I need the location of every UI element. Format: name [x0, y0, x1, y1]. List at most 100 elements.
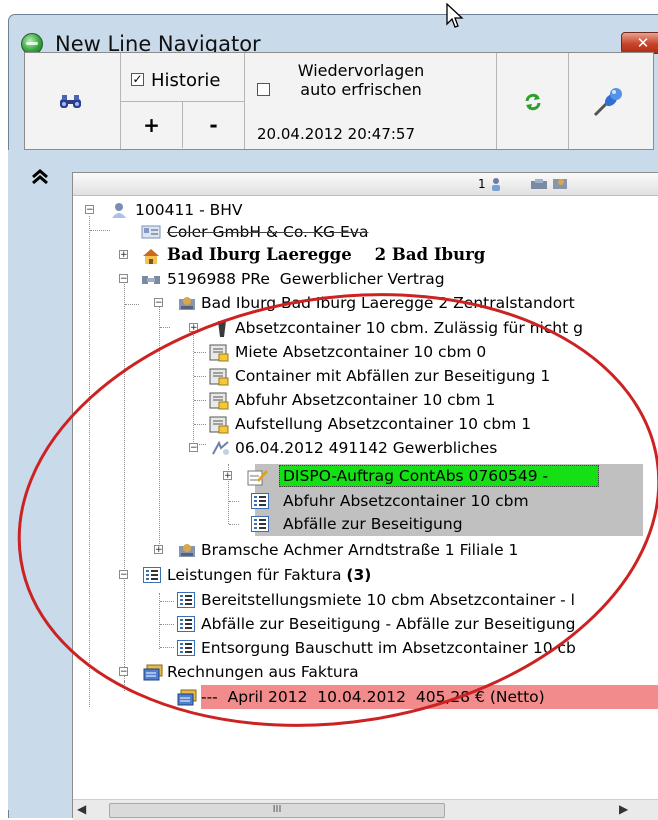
- invoice-icon: [177, 689, 197, 706]
- tree-row[interactable]: − Leistungen für Faktura (3): [73, 564, 658, 586]
- tree-header: 1: [73, 173, 658, 196]
- collapse-up-icon[interactable]: [30, 166, 50, 190]
- expand-toggle-icon[interactable]: +: [119, 250, 128, 260]
- collapse-toggle-icon[interactable]: −: [119, 570, 128, 580]
- tree-row[interactable]: --- April 2012 10.04.2012 405,28 € (Nett…: [73, 686, 658, 708]
- list-icon: [177, 640, 195, 656]
- tree-row[interactable]: Abfälle zur Beseitigung - Abfälle zur Be…: [73, 613, 658, 635]
- tree-row[interactable]: − 5196988 PRe Gewerblicher Vertrag: [73, 268, 658, 290]
- tree-item-label: Miete Absetzcontainer 10 cbm 0: [235, 343, 487, 361]
- tree-row[interactable]: + Bad Iburg Laeregge 2 Bad Iburg: [73, 244, 658, 266]
- leistungen-count: (3): [346, 566, 372, 584]
- address-card-icon: [141, 225, 161, 239]
- tree-row[interactable]: Bereitstellungsmiete 10 cbm Absetzcontai…: [73, 589, 658, 611]
- list-icon: [177, 592, 195, 608]
- tree-item-label: --- April 2012 10.04.2012 405,28 € (Nett…: [201, 688, 545, 706]
- doc-folder-icon: [209, 416, 229, 434]
- tree-item-label: Bereitstellungsmiete 10 cbm Absetzcontai…: [201, 591, 575, 609]
- expand-toggle-icon[interactable]: +: [223, 471, 232, 481]
- pin-button[interactable]: [569, 53, 653, 149]
- list-icon: [143, 567, 161, 583]
- expand-toggle-icon[interactable]: +: [189, 323, 198, 333]
- edit-note-icon: [247, 470, 268, 486]
- site-icon: [179, 544, 195, 557]
- house-icon: [143, 249, 159, 264]
- pin-icon: [593, 88, 622, 117]
- tree-item-label: Abfälle zur Beseitigung: [283, 515, 463, 533]
- tree-row[interactable]: Abfuhr Absetzcontainer 10 cbm: [73, 490, 658, 512]
- tree-item-label: Coler GmbH & Co. KG Eva: [167, 223, 369, 241]
- expand-toggle-icon[interactable]: +: [154, 545, 163, 555]
- search-button[interactable]: [25, 53, 121, 149]
- tree-item-label: 5196988 PRe Gewerblicher Vertrag: [167, 270, 445, 288]
- close-button[interactable]: ✕: [621, 32, 658, 54]
- header-count: 1: [478, 177, 486, 191]
- scroll-thumb[interactable]: III: [109, 803, 445, 818]
- refresh-timestamp: 20.04.2012 20:47:57: [257, 125, 416, 143]
- tree-row[interactable]: − 06.04.2012 491142 Gewerbliches: [73, 437, 658, 459]
- tree-row[interactable]: + Absetzcontainer 10 cbm. Zulässig für n…: [73, 317, 658, 339]
- container-icon: [218, 321, 226, 337]
- scroll-right-icon[interactable]: ▶: [619, 802, 628, 816]
- tree-item-label: Leistungen für Faktura (3): [167, 564, 371, 586]
- tree-row[interactable]: Abfälle zur Beseitigung: [73, 513, 658, 535]
- tree-item-label: Entsorgung Bauschutt im Absetzcontainer …: [201, 639, 576, 657]
- binoculars-icon: [60, 95, 81, 108]
- list-icon: [177, 616, 195, 632]
- collapse-minus-button[interactable]: -: [183, 102, 244, 148]
- tree-row[interactable]: − 100411 - BHV: [73, 199, 658, 221]
- scroll-left-icon[interactable]: ◀: [77, 802, 86, 816]
- tree-item-label: Bad Iburg Bad Iburg Laeregge 2 Zentralst…: [201, 294, 575, 312]
- tree-item-label: Abfuhr Absetzcontainer 10 cbm: [283, 492, 529, 510]
- tree-row[interactable]: Abfuhr Absetzcontainer 10 cbm 1: [73, 389, 658, 411]
- site-icon: [179, 297, 195, 310]
- tree-item-label: Rechnungen aus Faktura: [167, 663, 359, 681]
- doc-folder-icon: [209, 344, 229, 362]
- historie-checkbox[interactable]: ✓: [131, 73, 144, 86]
- invoice-stack-icon: [143, 664, 163, 681]
- header-status-icons: [492, 178, 567, 191]
- historie-toggle[interactable]: ✓ Historie: [121, 53, 244, 102]
- doc-folder-icon: [209, 368, 229, 386]
- collapse-toggle-icon[interactable]: −: [85, 205, 94, 215]
- mouse-cursor-icon: [446, 3, 464, 28]
- tree-row[interactable]: + DISPO-Auftrag ContAbs 0760549 -: [73, 465, 658, 487]
- tree-row[interactable]: − Bad Iburg Bad Iburg Laeregge 2 Zentral…: [73, 292, 658, 314]
- list-icon: [251, 516, 269, 532]
- tree-item-label: Container mit Abfällen zur Beseitigung 1: [235, 367, 551, 385]
- collapse-toggle-icon[interactable]: −: [154, 298, 163, 308]
- collapse-toggle-icon[interactable]: −: [189, 443, 198, 453]
- tree-row[interactable]: − Rechnungen aus Faktura: [73, 661, 658, 683]
- tree-row[interactable]: Entsorgung Bauschutt im Absetzcontainer …: [73, 637, 658, 659]
- tree-item-label: 100411 - BHV: [135, 201, 243, 219]
- tree-view[interactable]: 1 − 100411 - BHV Coler GmbH & Co. KG Eva…: [72, 172, 658, 820]
- toolbar: ✓ Historie + - Wiedervorlagen auto erfri…: [24, 52, 654, 150]
- refresh-icon: [525, 93, 541, 111]
- person-icon: [112, 203, 126, 218]
- collapse-toggle-icon[interactable]: −: [119, 274, 128, 284]
- tree-row[interactable]: Miete Absetzcontainer 10 cbm 0: [73, 341, 658, 363]
- tree-row[interactable]: + Bramsche Achmer Arndtstraße 1 Filiale …: [73, 539, 658, 561]
- doc-folder-icon: [209, 392, 229, 410]
- order-icon: [212, 440, 229, 455]
- tree-item-label: 06.04.2012 491142 Gewerbliches: [235, 439, 498, 457]
- handshake-icon: [142, 276, 160, 284]
- tree-row[interactable]: Coler GmbH & Co. KG Eva: [73, 221, 658, 243]
- side-panel: [8, 150, 64, 810]
- tree-row[interactable]: Aufstellung Absetzcontainer 10 cbm 1: [73, 413, 658, 435]
- expand-plus-button[interactable]: +: [121, 102, 183, 148]
- refresh-button[interactable]: [497, 53, 569, 149]
- tree-item-label: Aufstellung Absetzcontainer 10 cbm 1: [235, 415, 532, 433]
- tree-item-label: Abfuhr Absetzcontainer 10 cbm 1: [235, 391, 496, 409]
- historie-label: Historie: [151, 70, 221, 91]
- wiedervorlagen-checkbox[interactable]: [257, 83, 270, 96]
- tree-item-label: DISPO-Auftrag ContAbs 0760549 -: [283, 467, 549, 485]
- tree-row[interactable]: Container mit Abfällen zur Beseitigung 1: [73, 365, 658, 387]
- wiedervorlagen-label: Wiedervorlagen auto erfrischen: [297, 61, 425, 99]
- collapse-toggle-icon[interactable]: −: [119, 667, 128, 677]
- leistungen-label: Leistungen für Faktura: [167, 566, 342, 584]
- historie-group: ✓ Historie + -: [121, 53, 245, 149]
- wiedervorlagen-group: Wiedervorlagen auto erfrischen 20.04.201…: [245, 53, 497, 149]
- horizontal-scrollbar[interactable]: ◀ III ▶: [73, 799, 658, 820]
- list-icon: [251, 493, 269, 509]
